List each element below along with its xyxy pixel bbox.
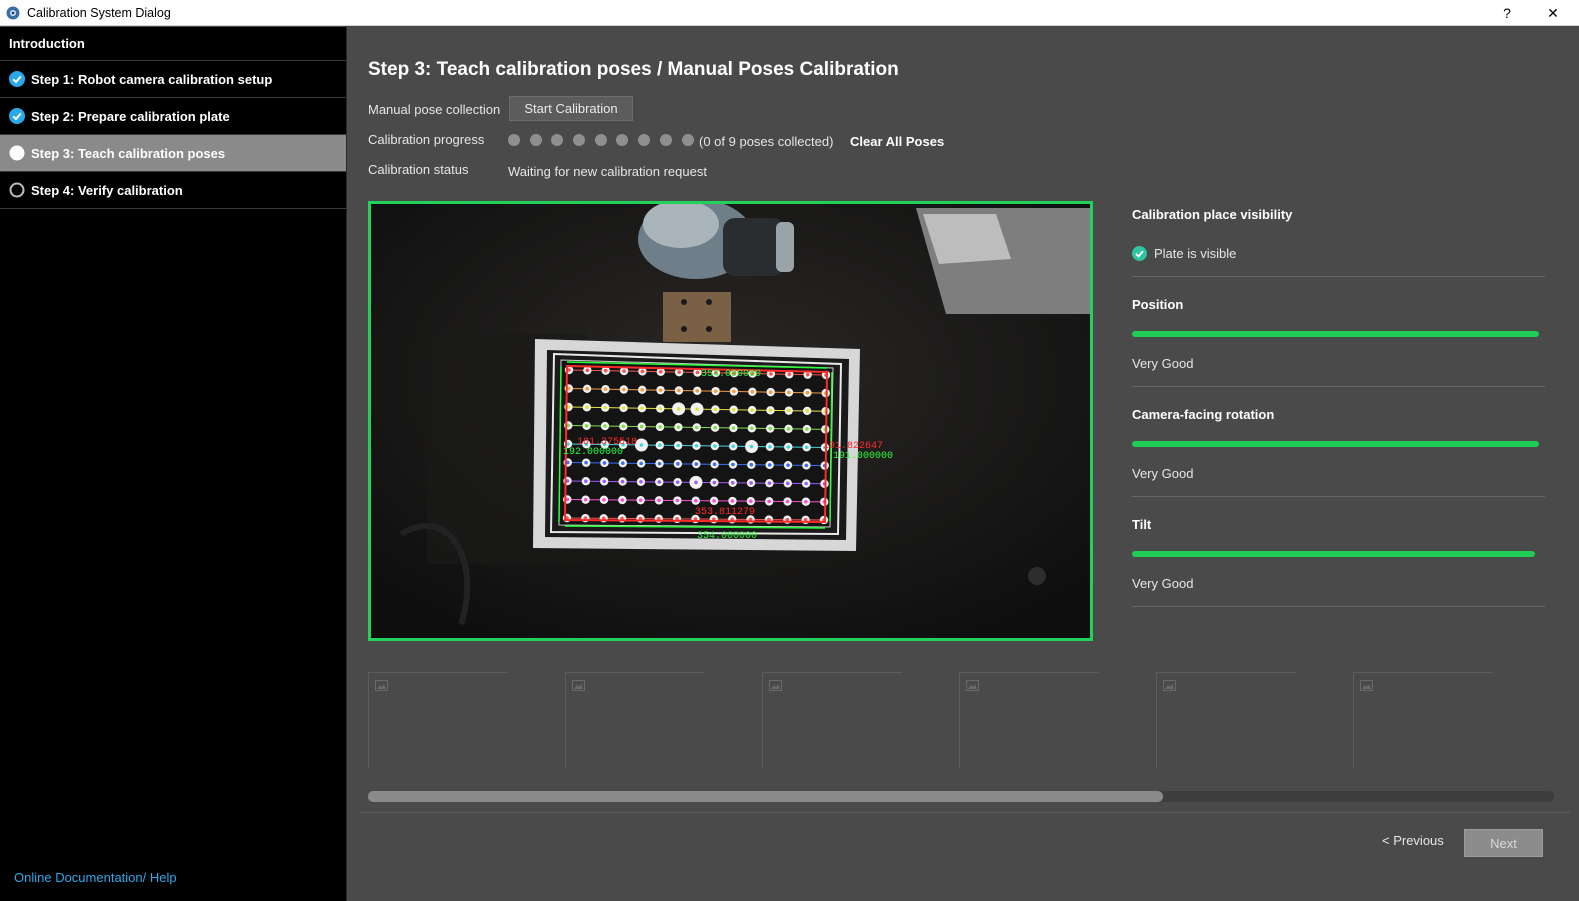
help-button[interactable]: ? <box>1487 0 1527 26</box>
pose-dot <box>529 134 542 146</box>
empty-circle-icon <box>9 182 25 198</box>
sidebar-item-step3[interactable]: Step 3: Teach calibration poses <box>0 135 346 172</box>
metric-bar-fill <box>1132 441 1539 447</box>
metric-tilt: Tilt Very Good <box>1132 497 1545 591</box>
pose-dot <box>551 134 564 146</box>
metric-bar-fill <box>1132 551 1535 557</box>
metric-bar <box>1132 441 1545 447</box>
check-circle-icon <box>9 71 25 87</box>
pose-thumbnail[interactable] <box>368 672 508 769</box>
image-placeholder-icon <box>966 680 979 691</box>
page-title: Step 3: Teach calibration poses / Manual… <box>368 59 899 80</box>
metric-rotation: Camera-facing rotation Very Good <box>1132 387 1545 481</box>
image-placeholder-icon <box>1163 680 1176 691</box>
steps-sidebar: Introduction Step 1: Robot camera calibr… <box>0 27 347 901</box>
metric-bar <box>1132 551 1545 557</box>
overlay-bottom-red: 353.811279 <box>695 507 755 518</box>
quality-panel: Calibration place visibility Plate is vi… <box>1132 207 1545 607</box>
image-placeholder-icon <box>572 680 585 691</box>
pose-dot <box>638 134 651 146</box>
pose-dot <box>508 134 520 146</box>
divider <box>1132 606 1545 607</box>
visibility-value: Plate is visible <box>1154 246 1237 261</box>
camera-image: 354.000000 181.375518 192.000000 191.822… <box>371 204 1090 638</box>
check-circle-icon <box>9 108 25 124</box>
filled-circle-icon <box>9 145 25 161</box>
pose-thumbnail[interactable] <box>762 672 902 769</box>
sidebar-item-label: Step 1: Robot camera calibration setup <box>31 71 273 87</box>
metric-value: Very Good <box>1132 466 1194 481</box>
overlay-bottom-green: 354.000000 <box>697 531 757 542</box>
metric-value: Very Good <box>1132 576 1194 591</box>
sidebar-item-step1[interactable]: Step 1: Robot camera calibration setup <box>0 61 346 98</box>
image-placeholder-icon <box>375 680 388 691</box>
clear-all-poses-button[interactable]: Clear All Poses <box>850 134 944 149</box>
sidebar-item-step2[interactable]: Step 2: Prepare calibration plate <box>0 98 346 135</box>
metric-position: Position Very Good <box>1132 277 1545 371</box>
pose-thumbnail[interactable] <box>565 672 705 769</box>
status-label: Calibration status <box>368 162 469 177</box>
pose-dot <box>573 134 586 146</box>
image-placeholder-icon <box>1360 680 1373 691</box>
title-bar: Calibration System Dialog ? ✕ <box>0 0 1579 26</box>
visibility-status: Plate is visible <box>1132 246 1545 261</box>
previous-button[interactable]: < Previous <box>1382 833 1444 848</box>
pose-thumbnail[interactable] <box>959 672 1099 769</box>
window-title: Calibration System Dialog <box>27 5 171 20</box>
sidebar-item-label: Introduction <box>9 36 85 51</box>
close-button[interactable]: ✕ <box>1533 0 1573 26</box>
main-panel: Step 3: Teach calibration poses / Manual… <box>348 27 1579 901</box>
overlay-top: 354.000000 <box>701 369 761 380</box>
metric-title: Tilt <box>1132 517 1152 532</box>
camera-view[interactable]: 354.000000 181.375518 192.000000 191.822… <box>368 201 1093 641</box>
thumbnail-scrollbar[interactable] <box>368 791 1554 802</box>
start-calibration-button[interactable]: Start Calibration <box>509 96 633 121</box>
manual-pose-label: Manual pose collection <box>368 102 501 117</box>
sidebar-item-label: Step 3: Teach calibration poses <box>31 145 226 161</box>
online-help-link[interactable]: Online Documentation/ Help <box>14 870 177 885</box>
metric-title: Camera-facing rotation <box>1132 407 1275 422</box>
metric-bar <box>1132 331 1545 337</box>
sidebar-item-label: Step 2: Prepare calibration plate <box>31 108 230 124</box>
image-placeholder-icon <box>769 680 782 691</box>
progress-label: Calibration progress <box>368 132 485 147</box>
check-circle-icon <box>1132 246 1147 261</box>
metric-title: Position <box>1132 297 1184 312</box>
divider <box>360 812 1570 813</box>
sidebar-item-introduction[interactable]: Introduction <box>0 27 346 61</box>
status-value: Waiting for new calibration request <box>508 164 707 179</box>
pose-thumbnail[interactable] <box>1353 672 1493 769</box>
pose-dot <box>594 134 607 146</box>
sidebar-item-label: Step 4: Verify calibration <box>31 182 183 198</box>
metric-value: Very Good <box>1132 356 1194 371</box>
pose-thumbnails <box>368 672 1554 769</box>
poses-count: (0 of 9 poses collected) <box>699 134 834 149</box>
metric-bar-fill <box>1132 331 1539 337</box>
visibility-title: Calibration place visibility <box>1132 207 1293 222</box>
pose-progress-dots <box>508 134 703 146</box>
scrollbar-thumb[interactable] <box>368 791 1163 802</box>
pose-dot <box>659 134 672 146</box>
app-icon <box>6 6 20 19</box>
pose-dot <box>681 134 694 146</box>
pose-dot <box>616 134 629 146</box>
next-button[interactable]: Next <box>1464 829 1543 857</box>
overlay-left-green: 192.000000 <box>563 447 623 458</box>
pose-thumbnail[interactable] <box>1156 672 1296 769</box>
overlay-right-green: 191.000000 <box>833 451 893 462</box>
sidebar-item-step4[interactable]: Step 4: Verify calibration <box>0 172 346 209</box>
